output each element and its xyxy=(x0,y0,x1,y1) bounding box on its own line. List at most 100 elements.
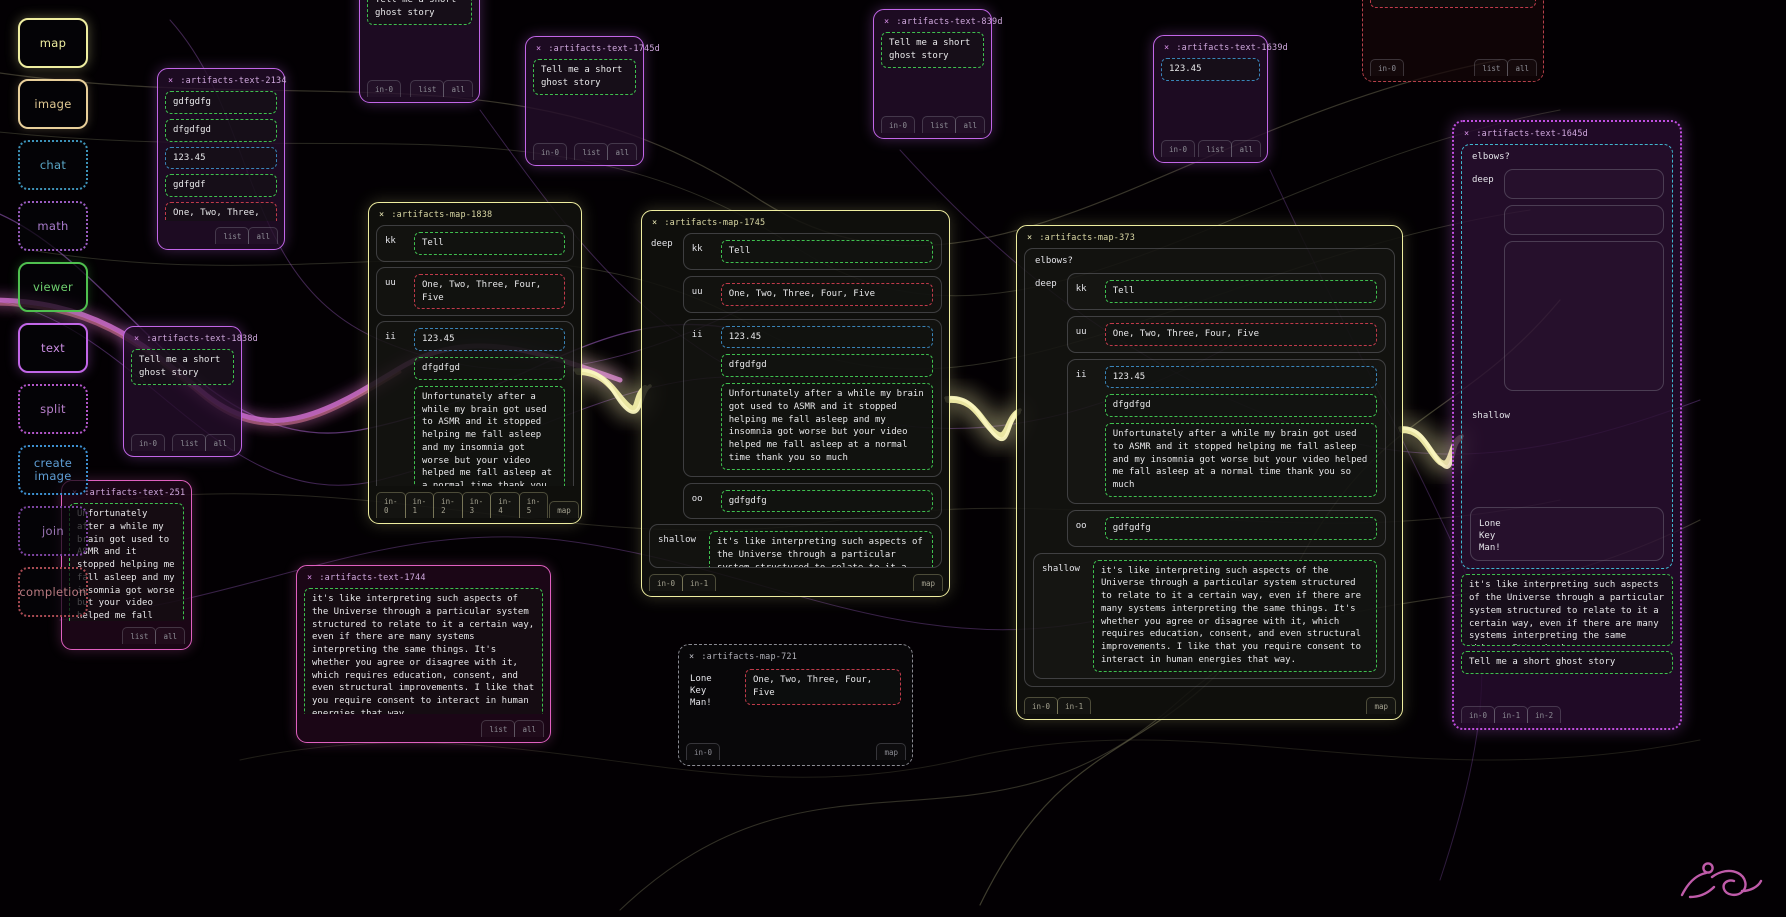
close-icon[interactable]: × xyxy=(1027,233,1032,243)
number-field[interactable]: 123.45 xyxy=(414,328,565,352)
port-list[interactable]: list xyxy=(172,434,207,451)
port-in-0[interactable]: in-0 xyxy=(881,116,916,133)
sidebar-item-map[interactable]: map xyxy=(18,18,88,68)
port-all[interactable]: all xyxy=(443,80,473,97)
port-in-0[interactable]: in-0 xyxy=(131,434,166,451)
text-field[interactable]: Tell me a short ghost story xyxy=(533,59,636,95)
node-palette-sidebar[interactable]: map image chat math viewer text split cr… xyxy=(18,18,88,617)
text-field[interactable]: Tell me a short ghost story xyxy=(131,349,234,385)
number-field[interactable]: 123.45 xyxy=(720,325,933,349)
port-all[interactable]: all xyxy=(248,227,278,244)
list-field[interactable]: One, Two, Three, Four, Five xyxy=(745,669,901,705)
node-title-bar[interactable]: ×:artifacts-text-2134 xyxy=(165,75,286,91)
text-node-1745d[interactable]: ×:artifacts-text-1745d Tell me a short g… xyxy=(525,36,660,166)
port-all[interactable]: all xyxy=(1231,140,1261,157)
text-field[interactable]: Tell me a short ghost story xyxy=(367,0,472,25)
text-field[interactable]: Unfortunately after a while my brain got… xyxy=(1104,423,1377,497)
map-node-1745[interactable]: ×:artifacts-map-1745 deep kk Tell uu One… xyxy=(641,210,950,597)
text-field[interactable]: Tell xyxy=(414,232,565,255)
port-in-1[interactable]: in-1 xyxy=(1494,706,1529,723)
sidebar-item-create-image[interactable]: create image xyxy=(18,445,88,495)
port-list[interactable]: list xyxy=(215,227,250,244)
port-in-1[interactable]: in-1 xyxy=(404,492,435,518)
sidebar-item-join[interactable]: join xyxy=(18,506,88,556)
port-all[interactable]: all xyxy=(155,627,185,644)
close-icon[interactable]: × xyxy=(884,17,889,27)
port-in-0[interactable]: in-0 xyxy=(1024,697,1059,714)
port-in-0[interactable]: in-0 xyxy=(367,80,402,97)
text-node-onetwo-topright[interactable]: × One, Two, Three, Four, Five in-0listal… xyxy=(1362,0,1544,82)
port-map[interactable]: map xyxy=(876,743,906,760)
list-field[interactable]: One, Two, Three, Four, Five xyxy=(720,282,933,306)
port-all[interactable]: all xyxy=(607,143,637,160)
node-title-bar[interactable]: ×:artifacts-text-1639d xyxy=(1161,42,1288,58)
close-icon[interactable]: × xyxy=(652,218,657,228)
port-all[interactable]: all xyxy=(514,720,544,737)
port-map[interactable]: map xyxy=(1366,697,1396,714)
text-field[interactable]: Tell xyxy=(720,240,933,263)
port-all[interactable]: all xyxy=(955,116,985,133)
sidebar-item-viewer[interactable]: viewer xyxy=(18,262,88,312)
port-in-0[interactable]: in-0 xyxy=(686,743,721,760)
text-node[interactable]: × Tell me a short ghost story in-0listal… xyxy=(359,0,480,103)
port-in-0[interactable]: in-0 xyxy=(1161,140,1196,157)
port-list[interactable]: list xyxy=(922,116,957,133)
text-node-1838d[interactable]: ×:artifacts-text-1838d Tell me a short g… xyxy=(123,326,258,457)
list-field[interactable]: One, Two, Three, Four, Five xyxy=(414,273,565,310)
port-in-0[interactable]: in-0 xyxy=(1461,706,1496,723)
close-icon[interactable]: × xyxy=(307,573,312,583)
port-list[interactable]: list xyxy=(410,80,445,97)
port-list[interactable]: list xyxy=(1198,140,1233,157)
port-in-1[interactable]: in-1 xyxy=(1057,697,1092,714)
text-field[interactable]: it's like interpreting such aspects of t… xyxy=(1092,559,1377,672)
port-list[interactable]: list xyxy=(1474,59,1509,76)
map-node-721[interactable]: ×:artifacts-map-721 Lone Key Man! One, T… xyxy=(678,644,913,766)
text-field[interactable]: it's like interpreting such aspects of t… xyxy=(1461,574,1673,647)
text-field[interactable]: dfgdfgd xyxy=(414,357,565,380)
port-in-4[interactable]: in-4 xyxy=(490,492,520,518)
port-list[interactable]: list xyxy=(574,143,609,160)
sidebar-item-split[interactable]: split xyxy=(18,384,88,434)
node-title-bar[interactable]: ×:artifacts-text-839d xyxy=(881,16,1002,32)
list-field[interactable]: One, Two, Three, Four, Five xyxy=(1370,0,1536,8)
node-title-bar[interactable]: ×:artifacts-map-1838 xyxy=(376,209,574,225)
port-in-0[interactable]: in-0 xyxy=(1370,59,1405,76)
text-field[interactable]: gdfgdf xyxy=(165,174,277,198)
port-list[interactable]: list xyxy=(481,720,516,737)
list-field[interactable]: One, Two, Three, Four, Five xyxy=(1104,322,1377,346)
close-icon[interactable]: × xyxy=(134,334,139,344)
node-title-bar[interactable]: ×:artifacts-map-1745 xyxy=(649,217,942,233)
port-in-1[interactable]: in-1 xyxy=(682,574,717,591)
number-field[interactable]: 123.45 xyxy=(1161,58,1260,81)
port-in-0[interactable]: in-0 xyxy=(649,574,684,591)
text-field[interactable]: it's like interpreting such aspects of t… xyxy=(304,588,543,714)
sidebar-item-chat[interactable]: chat xyxy=(18,140,88,190)
text-node-1645d[interactable]: ×:artifacts-text-1645d elbows? deep shal… xyxy=(1452,120,1682,730)
close-icon[interactable]: × xyxy=(1164,43,1169,53)
node-title-bar[interactable]: ×:artifacts-text-1745d xyxy=(533,43,660,59)
text-field[interactable]: Unfortunately after a while my brain got… xyxy=(720,383,933,470)
number-field[interactable]: 123.45 xyxy=(1104,365,1377,389)
number-field[interactable]: 123.45 xyxy=(165,146,277,170)
sidebar-item-text[interactable]: text xyxy=(18,323,88,373)
map-node-373[interactable]: ×:artifacts-map-373 elbows? deep kk Tell… xyxy=(1016,225,1403,720)
text-field[interactable]: Tell xyxy=(1104,280,1377,303)
port-all[interactable]: all xyxy=(1507,59,1537,76)
port-map[interactable]: map xyxy=(549,501,579,518)
text-field[interactable]: Tell me a short ghost story xyxy=(881,32,984,68)
text-field[interactable]: dfgdfgd xyxy=(1104,394,1377,418)
sidebar-item-image[interactable]: image xyxy=(18,79,88,129)
text-node-1639d[interactable]: ×:artifacts-text-1639d 123.45 in-0 list al… xyxy=(1153,35,1288,163)
close-icon[interactable]: × xyxy=(379,210,384,220)
map-node-1838[interactable]: ×:artifacts-map-1838 kk Tell uu One, Two… xyxy=(368,202,582,524)
node-title-bar[interactable]: ×:artifacts-text-1645d xyxy=(1461,128,1673,144)
close-icon[interactable]: × xyxy=(1464,129,1469,139)
text-field[interactable]: Tell me a short ghost story xyxy=(1461,651,1673,675)
port-in-0[interactable]: in-0 xyxy=(533,143,568,160)
node-title-bar[interactable]: ×:artifacts-map-721 xyxy=(686,651,905,667)
port-list[interactable]: list xyxy=(122,627,157,644)
close-icon[interactable]: × xyxy=(689,652,694,662)
text-field[interactable]: gdfgdfg xyxy=(720,489,933,513)
text-field[interactable]: dfgdfgd xyxy=(720,354,933,378)
text-field[interactable]: it's like interpreting such aspects of t… xyxy=(708,531,933,568)
